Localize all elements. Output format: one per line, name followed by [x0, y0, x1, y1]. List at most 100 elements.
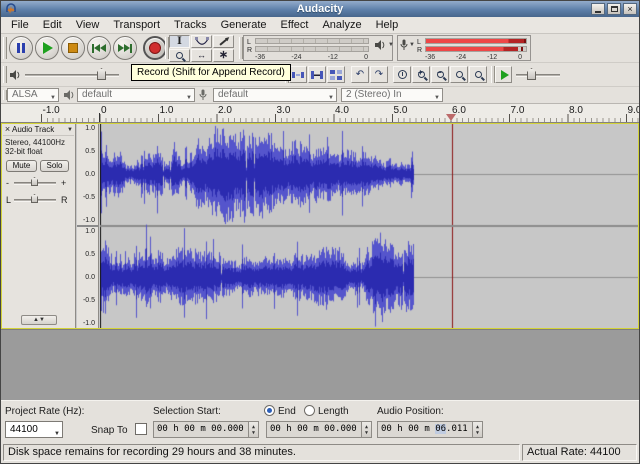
playback-meter-right-label: R [247, 47, 252, 54]
menu-item[interactable]: View [69, 17, 107, 34]
fit-project-icon [475, 71, 482, 78]
undo-icon: ↶ [356, 69, 364, 80]
selection-tool-icon: I [177, 37, 182, 47]
selection-start-field[interactable]: 00 h 00 m 00.000 s ▲ ▼ [153, 421, 259, 438]
gain-thumb[interactable] [31, 177, 38, 186]
toolbar-grip[interactable] [3, 66, 7, 83]
solo-button[interactable]: Solo [40, 160, 69, 172]
playback-device-select[interactable]: default [77, 88, 195, 102]
toolbar-grip[interactable] [3, 37, 7, 59]
selection-tool-button[interactable]: I [169, 35, 190, 48]
snap-to-checkbox[interactable] [135, 423, 147, 435]
track-header[interactable]: × Audio Track ▼ [3, 124, 74, 136]
spin-down-icon[interactable]: ▼ [476, 430, 479, 436]
recording-meter[interactable]: ▼ L R -36-24-120 [397, 35, 531, 61]
pan-right-label: R [61, 196, 68, 205]
silence-icon [310, 69, 324, 81]
spin-down-icon[interactable]: ▼ [365, 430, 368, 436]
timeline-ruler[interactable]: -1.001.02.03.04.05.06.07.08.09.0 [1, 104, 639, 123]
silence-audio-button[interactable] [308, 66, 326, 83]
skip-to-start-button[interactable] [87, 36, 111, 60]
recording-meter-scale: -36-24-120 [425, 54, 522, 61]
draw-tool-button[interactable] [213, 35, 234, 48]
mic-dropdown-icon[interactable]: ▼ [409, 42, 415, 48]
input-channels-select[interactable]: 2 (Stereo) In [341, 88, 443, 102]
undo-button[interactable]: ↶ [351, 66, 369, 83]
playback-speed-thumb[interactable] [527, 68, 536, 80]
fit-project-button[interactable] [469, 66, 487, 83]
menu-item[interactable]: Help [369, 17, 406, 34]
multi-tool-button[interactable]: ∗ [213, 49, 234, 62]
sync-lock-button[interactable] [327, 66, 345, 83]
speaker-dropdown-icon[interactable]: ▼ [388, 42, 394, 48]
output-volume-thumb[interactable] [97, 68, 106, 80]
waveform-canvas[interactable] [100, 124, 638, 328]
pause-button[interactable] [9, 36, 33, 60]
audio-position-spinner[interactable]: ▲ ▼ [472, 422, 482, 437]
track-control-panel[interactable]: × Audio Track ▼ Stereo, 44100Hz 32-bit f… [2, 124, 76, 328]
selection-start-spinner[interactable]: ▲ ▼ [248, 422, 258, 437]
length-radio-label[interactable]: Length [318, 406, 349, 417]
trim-audio-button[interactable] [289, 66, 307, 83]
menu-item[interactable]: Generate [214, 17, 274, 34]
timer-button[interactable] [393, 66, 411, 83]
zoom-in-button[interactable]: + [412, 66, 430, 83]
end-radio[interactable] [264, 405, 275, 416]
time-shift-tool-button[interactable]: ↔ [191, 49, 212, 62]
close-button[interactable]: × [623, 3, 637, 15]
playback-speed-slider[interactable] [516, 74, 560, 77]
menu-item[interactable]: File [4, 17, 36, 34]
skip-to-end-button[interactable] [113, 36, 137, 60]
menu-item[interactable]: Edit [36, 17, 69, 34]
track-area-background[interactable] [1, 329, 639, 400]
spin-down-icon[interactable]: ▼ [252, 430, 255, 436]
play-indicator[interactable] [446, 114, 456, 121]
title-bar[interactable]: Audacity × [1, 1, 639, 17]
project-rate-label: Project Rate (Hz): [5, 406, 84, 417]
stop-button[interactable] [61, 36, 85, 60]
project-rate-select[interactable]: 44100 [5, 421, 63, 438]
menu-item[interactable]: Transport [106, 17, 167, 34]
recording-device-select[interactable]: default [213, 88, 337, 102]
minimize-button[interactable] [591, 3, 605, 15]
mute-button[interactable]: Mute [6, 160, 37, 172]
ruler-label: 2.0 [218, 105, 232, 116]
ruler-label: 8.0 [569, 105, 583, 116]
menu-item[interactable]: Effect [274, 17, 316, 34]
device-toolbar: ALSA default default 2 (Stereo) In [1, 87, 639, 104]
maximize-button[interactable] [607, 3, 621, 15]
audacity-logo-icon [5, 3, 17, 15]
vruler-label: -0.5 [83, 297, 95, 304]
playback-meter[interactable]: L R -36-24-120 ▼ [243, 35, 393, 61]
fit-selection-button[interactable] [450, 66, 468, 83]
record-button[interactable] [143, 36, 167, 60]
disk-space-status: Disk space remains for recording 29 hour… [3, 444, 520, 461]
selection-end-field[interactable]: 00 h 00 m 00.000 s ▲ ▼ [266, 421, 372, 438]
speaker-icon [374, 40, 386, 50]
snap-to-label: Snap To [91, 425, 128, 436]
zoom-out-button[interactable]: − [431, 66, 449, 83]
db-scale-label: 0 [518, 54, 522, 61]
sync-lock-icon [329, 69, 343, 81]
selection-start-label: Selection Start: [153, 406, 221, 417]
audio-position-field[interactable]: 00 h 00 m 06.011 s ▲ ▼ [377, 421, 483, 438]
menu-item[interactable]: Analyze [315, 17, 368, 34]
clock-icon [398, 70, 407, 79]
audio-host-select[interactable]: ALSA [7, 88, 59, 102]
zoom-tool-button[interactable] [169, 49, 190, 62]
end-radio-label[interactable]: End [278, 406, 296, 417]
length-radio[interactable] [304, 405, 315, 416]
envelope-tool-button[interactable] [191, 35, 212, 48]
redo-button[interactable]: ↷ [370, 66, 388, 83]
track-menu-icon[interactable]: ▼ [67, 127, 74, 133]
track-collapse-button[interactable]: ▲▼ [21, 315, 57, 325]
track-close-icon[interactable]: × [3, 125, 12, 134]
play-at-speed-button[interactable] [495, 66, 512, 83]
track-title[interactable]: Audio Track [12, 125, 67, 134]
window-title: Audacity [297, 2, 343, 17]
play-button[interactable] [35, 36, 59, 60]
pan-thumb[interactable] [31, 194, 38, 203]
selection-end-spinner[interactable]: ▲ ▼ [361, 422, 371, 437]
recording-peak-left [524, 39, 526, 43]
menu-item[interactable]: Tracks [167, 17, 214, 34]
